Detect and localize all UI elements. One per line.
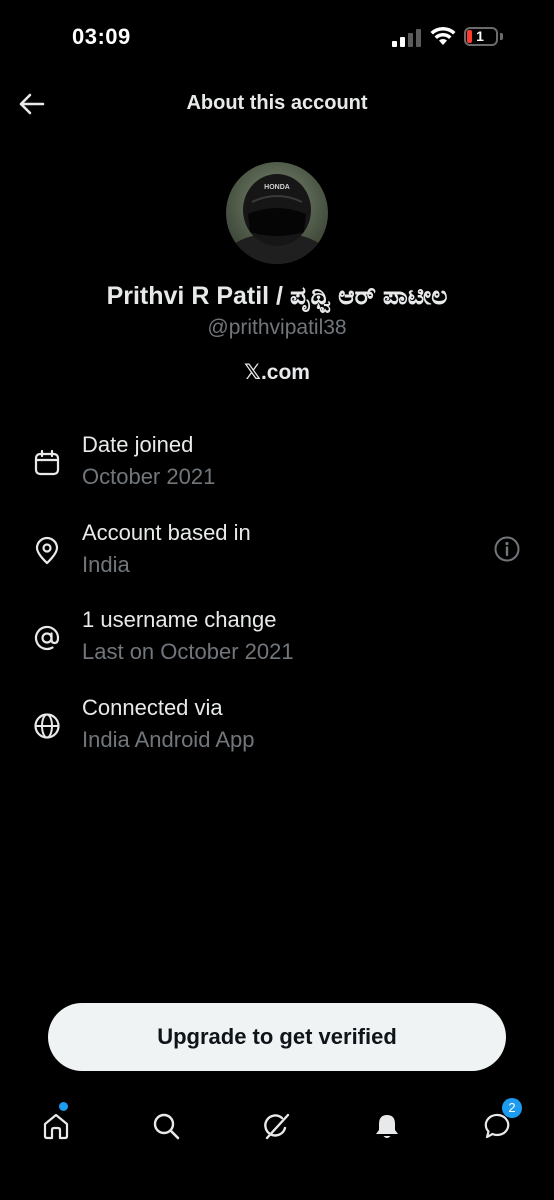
info-subtitle: India	[82, 552, 130, 577]
upgrade-button[interactable]: Upgrade to get verified	[48, 1003, 506, 1071]
avatar-helmet-text: HONDA	[264, 184, 290, 191]
nav-grok[interactable]	[257, 1106, 297, 1146]
info-row-account-based-in: Account based in India	[0, 520, 554, 590]
home-notification-dot	[58, 1101, 69, 1112]
cellular-signal-icon	[392, 29, 421, 47]
info-row-connected-via: Connected via India Android App	[0, 695, 554, 765]
page-title: About this account	[186, 92, 368, 114]
grok-icon	[264, 1113, 290, 1140]
info-subtitle: Last on October 2021	[82, 639, 294, 664]
nav-home[interactable]	[36, 1101, 76, 1146]
bell-icon	[376, 1115, 398, 1138]
status-time: 03:09	[72, 24, 131, 49]
info-title: 1 username change	[82, 607, 277, 632]
calendar-icon	[34, 449, 60, 476]
info-row-date-joined: Date joined October 2021	[0, 432, 554, 502]
info-title: Account based in	[82, 520, 251, 545]
battery-cap	[500, 33, 503, 40]
home-icon	[43, 1113, 69, 1140]
avatar[interactable]: HONDA	[226, 162, 328, 264]
info-title: Connected via	[82, 695, 223, 720]
info-row-username-change: 1 username change Last on October 2021	[0, 607, 554, 677]
display-name: Prithvi R Patil / ಪೃಥ್ವಿ ಆರ್ ಪಾಟೀಲ	[106, 282, 448, 310]
info-subtitle: October 2021	[82, 464, 216, 489]
nav-messages[interactable]: 2	[478, 1098, 522, 1146]
search-icon	[153, 1113, 180, 1140]
location-pin-icon	[35, 536, 59, 565]
battery-icon: 1	[464, 27, 498, 46]
battery-level: 1	[476, 28, 484, 44]
info-circle-icon[interactable]	[492, 534, 522, 564]
status-bar: 03:09 1	[0, 0, 554, 76]
globe-icon	[34, 713, 60, 739]
wifi-icon	[430, 26, 456, 45]
site-label: 𝕏.com	[244, 361, 310, 384]
info-title: Date joined	[82, 432, 194, 457]
handle: @prithvipatil38	[207, 316, 347, 339]
info-subtitle: India Android App	[82, 727, 255, 752]
messages-badge: 2	[502, 1098, 522, 1118]
nav-search[interactable]	[146, 1106, 186, 1146]
nav-notifications[interactable]	[367, 1106, 407, 1146]
at-sign-icon	[34, 625, 60, 651]
